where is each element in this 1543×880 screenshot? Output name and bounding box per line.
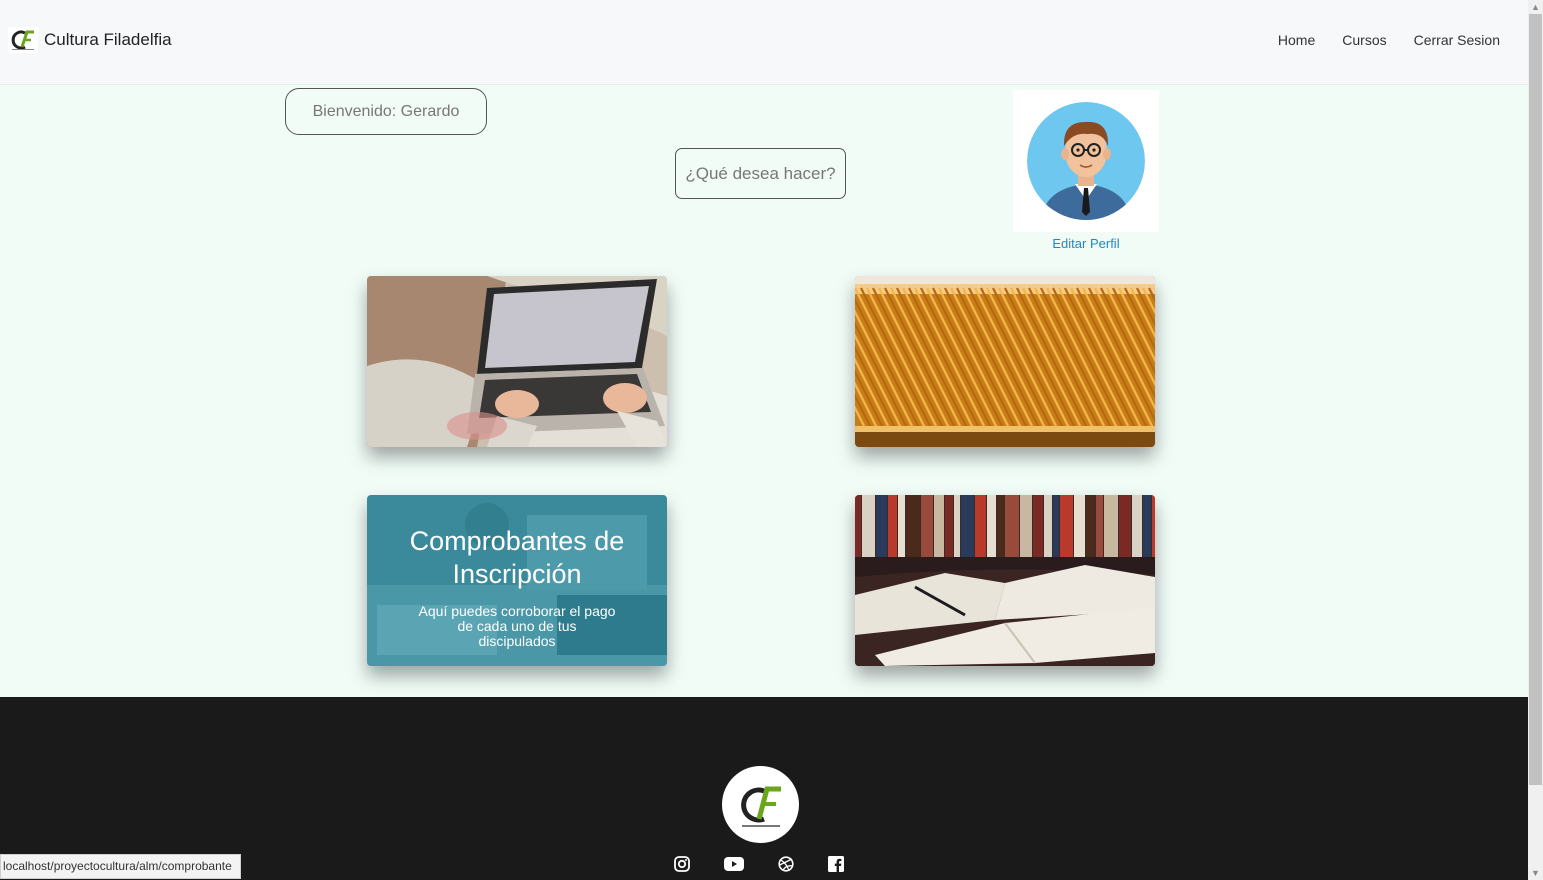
card-comprobantes[interactable]: Comprobantes de Inscripción Aquí puedes … xyxy=(367,495,667,666)
scroll-thumb[interactable] xyxy=(1529,14,1542,785)
card-books[interactable] xyxy=(855,495,1155,666)
laptop-typing-image xyxy=(367,276,667,447)
social-links xyxy=(674,856,844,872)
nav-logout-link[interactable]: Cerrar Sesion xyxy=(1414,32,1500,48)
card-description: Aquí puedes corroborar el pago de cada u… xyxy=(418,603,616,649)
nav-home-link[interactable]: Home xyxy=(1278,32,1315,48)
card-title: Comprobantes de Inscripción xyxy=(409,526,625,589)
footer xyxy=(0,697,1528,880)
brand-logo-icon xyxy=(8,27,38,53)
card-folders[interactable] xyxy=(855,276,1155,447)
brand-link[interactable]: Cultura Filadelfia xyxy=(8,27,172,53)
vertical-scrollbar[interactable]: ▲ ▼ xyxy=(1528,0,1543,880)
youtube-icon[interactable] xyxy=(724,856,744,872)
scroll-down-arrow-icon[interactable]: ▼ xyxy=(1528,866,1543,880)
dribbble-icon[interactable] xyxy=(778,856,794,872)
instagram-icon[interactable] xyxy=(674,856,690,872)
nav-cursos-link[interactable]: Cursos xyxy=(1342,32,1386,48)
card-laptop[interactable] xyxy=(367,276,667,447)
avatar xyxy=(1027,102,1145,220)
status-bar-url: localhost/proyectocultura/alm/comprobant… xyxy=(0,854,241,879)
nav-menu: Home Cursos Cerrar Sesion xyxy=(1278,32,1500,48)
question-badge: ¿Qué desea hacer? xyxy=(675,148,846,199)
navbar: Cultura Filadelfia Home Cursos Cerrar Se… xyxy=(0,0,1528,85)
footer-logo xyxy=(722,766,799,843)
open-books-image xyxy=(855,495,1155,666)
brand-name: Cultura Filadelfia xyxy=(44,30,172,49)
welcome-badge: Bienvenido: Gerardo xyxy=(285,88,487,135)
profile-avatar-box xyxy=(1013,90,1159,232)
facebook-icon[interactable] xyxy=(828,856,844,872)
edit-profile-link[interactable]: Editar Perfil xyxy=(1013,236,1159,251)
card-comprobantes-overlay: Comprobantes de Inscripción Aquí puedes … xyxy=(367,495,667,666)
footer-logo-icon xyxy=(740,786,781,827)
scroll-up-arrow-icon[interactable]: ▲ xyxy=(1528,0,1543,14)
folders-files-image xyxy=(855,276,1155,447)
